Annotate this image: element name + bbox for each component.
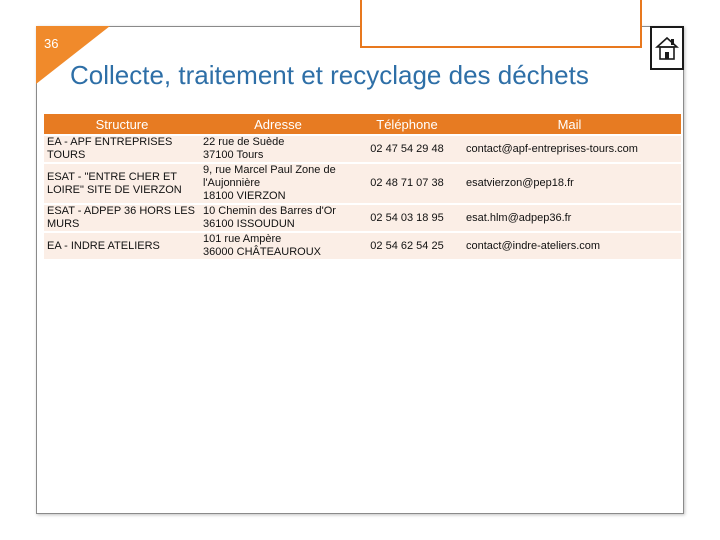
address-cell: 101 rue Ampère 36000 CHÂTEAUROUX: [200, 233, 356, 259]
phone-cell: 02 54 03 18 95: [356, 205, 458, 231]
address-line: 9, rue Marcel Paul Zone de l'Aujonnière: [203, 164, 336, 189]
phone-cell: 02 54 62 54 25: [356, 233, 458, 259]
address-line: 22 rue de Suède: [203, 136, 285, 148]
mail-cell: contact@apf-entreprises-tours.com: [458, 136, 681, 162]
table-row: ESAT - ADPEP 36 HORS LES MURS 10 Chemin …: [44, 205, 681, 231]
page-title: Collecte, traitement et recyclage des dé…: [70, 60, 589, 90]
address-line: 18100 VIERZON: [203, 190, 286, 202]
structure-cell: EA - INDRE ATELIERS: [44, 233, 200, 259]
slide-number: 36: [44, 36, 59, 51]
home-button[interactable]: [650, 26, 684, 70]
address-line: 101 rue Ampère: [203, 233, 282, 245]
address-line: 37100 Tours: [203, 149, 264, 161]
phone-cell: 02 47 54 29 48: [356, 136, 458, 162]
home-icon: [655, 36, 679, 60]
phone-cell: 02 48 71 07 38: [356, 164, 458, 203]
mail-cell: esat.hlm@adpep36.fr: [458, 205, 681, 231]
mail-cell: esatvierzon@pep18.fr: [458, 164, 681, 203]
mail-cell: contact@indre-ateliers.com: [458, 233, 681, 259]
header-phone: Téléphone: [356, 114, 458, 134]
address-line: 10 Chemin des Barres d'Or: [203, 205, 336, 217]
structures-table: Structure Adresse Téléphone Mail EA - AP…: [44, 112, 681, 261]
decorative-header-box: [360, 0, 642, 48]
structure-cell: ESAT - "ENTRE CHER ET LOIRE" SITE DE VIE…: [44, 164, 200, 203]
address-cell: 22 rue de Suède 37100 Tours: [200, 136, 356, 162]
header-structure: Structure: [44, 114, 200, 134]
table-row: ESAT - "ENTRE CHER ET LOIRE" SITE DE VIE…: [44, 164, 681, 203]
header-mail: Mail: [458, 114, 681, 134]
structure-cell: ESAT - ADPEP 36 HORS LES MURS: [44, 205, 200, 231]
table-header-row: Structure Adresse Téléphone Mail: [44, 114, 681, 134]
address-cell: 9, rue Marcel Paul Zone de l'Aujonnière …: [200, 164, 356, 203]
header-address: Adresse: [200, 114, 356, 134]
structure-cell: EA - APF ENTREPRISES TOURS: [44, 136, 200, 162]
address-line: 36100 ISSOUDUN: [203, 218, 295, 230]
slide-frame: [36, 26, 684, 514]
address-line: 36000 CHÂTEAUROUX: [203, 246, 321, 258]
table-row: EA - APF ENTREPRISES TOURS 22 rue de Suè…: [44, 136, 681, 162]
address-cell: 10 Chemin des Barres d'Or 36100 ISSOUDUN: [200, 205, 356, 231]
table-row: EA - INDRE ATELIERS 101 rue Ampère 36000…: [44, 233, 681, 259]
